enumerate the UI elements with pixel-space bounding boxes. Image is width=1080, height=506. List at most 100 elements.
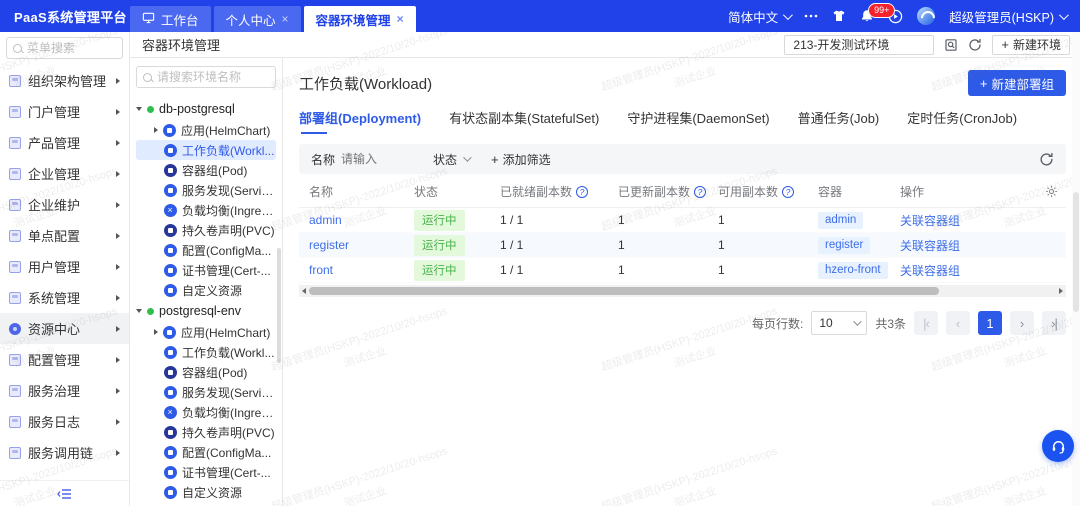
sidebar-item-service-logs[interactable]: 服务日志 (0, 406, 129, 437)
submenu-arrow-icon (116, 109, 120, 115)
scrollbar-thumb[interactable] (309, 287, 939, 295)
user-menu[interactable]: 超级管理员(HSKP) (949, 7, 1066, 26)
tab-container-env-management[interactable]: 容器环境管理 (304, 6, 416, 32)
workload-name-link[interactable]: admin (309, 213, 342, 227)
scroll-left-icon[interactable] (302, 288, 306, 294)
tree-node-custom-resource[interactable]: 自定义资源 (136, 280, 276, 300)
refresh-table-icon[interactable] (1039, 152, 1054, 167)
associated-pods-link[interactable]: 关联容器组 (900, 262, 960, 279)
rows-per-page-select[interactable]: 10 (811, 311, 867, 335)
next-page-button[interactable] (1010, 311, 1034, 335)
sidebar-item-service-governance[interactable]: 服务治理 (0, 375, 129, 406)
caret-right-icon (154, 127, 158, 133)
tree-node-postgresql-env[interactable]: postgresql-env (136, 300, 276, 322)
associated-pods-link[interactable]: 关联容器组 (900, 212, 960, 229)
tree-node-service[interactable]: 服务发现(Service) (136, 382, 276, 402)
sidebar-item-config-mgmt[interactable]: 配置管理 (0, 344, 129, 375)
tree-node-configmap[interactable]: 配置(ConfigMa... (136, 240, 276, 260)
tree-node-pod[interactable]: 容器组(Pod) (136, 362, 276, 382)
tree-node-pvc[interactable]: 持久卷声明(PVC) (136, 220, 276, 240)
tab-cronjob[interactable]: 定时任务(CronJob) (907, 108, 1017, 134)
sidebar-item-service-tracing[interactable]: 服务调用链 (0, 437, 129, 468)
user-avatar[interactable] (917, 7, 935, 25)
filter-name-input[interactable] (341, 152, 411, 166)
menu-icon (9, 230, 21, 242)
sidebar-item-sso-config[interactable]: 单点配置 (0, 220, 129, 251)
tree-node-cert[interactable]: 证书管理(Cert-... (136, 260, 276, 280)
tree-node-configmap[interactable]: 配置(ConfigMa... (136, 442, 276, 462)
tree-node-cert[interactable]: 证书管理(Cert-... (136, 462, 276, 482)
tree-node-db-postgresql[interactable]: db-postgresql (136, 98, 276, 120)
tree-node-pvc[interactable]: 持久卷声明(PVC) (136, 422, 276, 442)
tree-node-workload[interactable]: 工作负载(Workl... (136, 140, 276, 160)
notifications-button[interactable]: 99+ (860, 9, 874, 23)
help-icon[interactable] (782, 186, 794, 198)
create-deployment-button[interactable]: 新建部署组 (968, 70, 1066, 96)
theme-shirt-icon[interactable] (832, 9, 846, 23)
collapse-sidebar-button[interactable] (0, 480, 129, 506)
tree-search-input[interactable] (157, 70, 269, 84)
workload-name-link[interactable]: front (309, 263, 333, 277)
last-page-button[interactable] (1042, 311, 1066, 335)
add-filter-button[interactable]: 添加筛选 (491, 151, 551, 168)
language-selector[interactable]: 简体中文 (728, 7, 790, 26)
prev-page-button[interactable] (946, 311, 970, 335)
tab-job[interactable]: 普通任务(Job) (798, 108, 880, 134)
menu-icon (9, 106, 21, 118)
sidebar-item-org-structure[interactable]: 组织架构管理 (0, 65, 129, 96)
tree-search[interactable] (136, 66, 276, 88)
container-tag[interactable]: hzero-front (818, 262, 888, 279)
sidebar-item-system-mgmt[interactable]: 系统管理 (0, 282, 129, 313)
submenu-arrow-icon (116, 357, 120, 363)
tab-label: 个人中心 (226, 10, 276, 29)
page-scrollbar[interactable] (1072, 32, 1080, 506)
tree-node-service[interactable]: 服务发现(Service) (136, 180, 276, 200)
tree-node-helmchart[interactable]: 应用(HelmChart) (136, 120, 276, 140)
more-menu-icon[interactable] (804, 14, 818, 18)
sidebar-item-resource-center[interactable]: 资源中心 (0, 313, 129, 344)
total-count: 共3条 (875, 315, 906, 332)
tree-scrollbar[interactable] (277, 248, 281, 363)
help-icon[interactable] (694, 186, 706, 198)
table-header: 名称 状态 已就绪副本数 已更新副本数 可用副本数 容器 操作 (299, 176, 1066, 208)
create-environment-button[interactable]: 新建环境 (992, 35, 1070, 55)
customer-service-float-button[interactable] (1042, 430, 1074, 462)
container-tag[interactable]: admin (818, 212, 863, 229)
tab-statefulset[interactable]: 有状态副本集(StatefulSet) (449, 108, 599, 134)
sidebar-item-product[interactable]: 产品管理 (0, 127, 129, 158)
menu-icon (9, 199, 21, 211)
first-page-button[interactable] (914, 311, 938, 335)
scroll-right-icon[interactable] (1059, 288, 1063, 294)
refresh-environment-icon[interactable] (968, 38, 982, 52)
horizontal-scrollbar[interactable] (299, 285, 1066, 297)
menu-search-input[interactable] (27, 41, 116, 55)
environment-select[interactable]: 213-开发测试环境 (784, 35, 934, 55)
tree-node-custom-resource[interactable]: 自定义资源 (136, 482, 276, 502)
tree-node-ingress[interactable]: 负载均衡(Ingress) (136, 402, 276, 422)
env-detail-icon[interactable] (944, 38, 958, 52)
tab-personal-center[interactable]: 个人中心 (214, 6, 301, 32)
tree-node-ingress[interactable]: 负载均衡(Ingress) (136, 200, 276, 220)
associated-pods-link[interactable]: 关联容器组 (900, 237, 960, 254)
filter-name-field[interactable]: 名称 (311, 151, 411, 168)
sidebar-item-enterprise-maintain[interactable]: 企业维护 (0, 189, 129, 220)
page-1-button[interactable]: 1 (978, 311, 1002, 335)
menu-search[interactable] (6, 37, 123, 59)
tree-node-pod[interactable]: 容器组(Pod) (136, 160, 276, 180)
column-settings-icon[interactable] (1036, 185, 1066, 198)
filter-status-select[interactable]: 状态 (433, 151, 469, 168)
tree-node-helmchart[interactable]: 应用(HelmChart) (136, 322, 276, 342)
tab-deployment[interactable]: 部署组(Deployment) (299, 108, 421, 134)
help-icon[interactable] (576, 186, 588, 198)
container-tag[interactable]: register (818, 237, 870, 254)
scrollbar-thumb[interactable] (1073, 192, 1079, 312)
sidebar-item-enterprise-mgmt[interactable]: 企业管理 (0, 158, 129, 189)
close-tab-icon[interactable] (282, 13, 289, 25)
tab-workbench[interactable]: 工作台 (130, 6, 211, 32)
tab-daemonset[interactable]: 守护进程集(DaemonSet) (627, 108, 769, 134)
tree-node-workload[interactable]: 工作负载(Workl... (136, 342, 276, 362)
close-tab-icon[interactable] (397, 13, 404, 25)
sidebar-item-portal[interactable]: 门户管理 (0, 96, 129, 127)
sidebar-item-user-mgmt[interactable]: 用户管理 (0, 251, 129, 282)
workload-name-link[interactable]: register (309, 238, 349, 252)
